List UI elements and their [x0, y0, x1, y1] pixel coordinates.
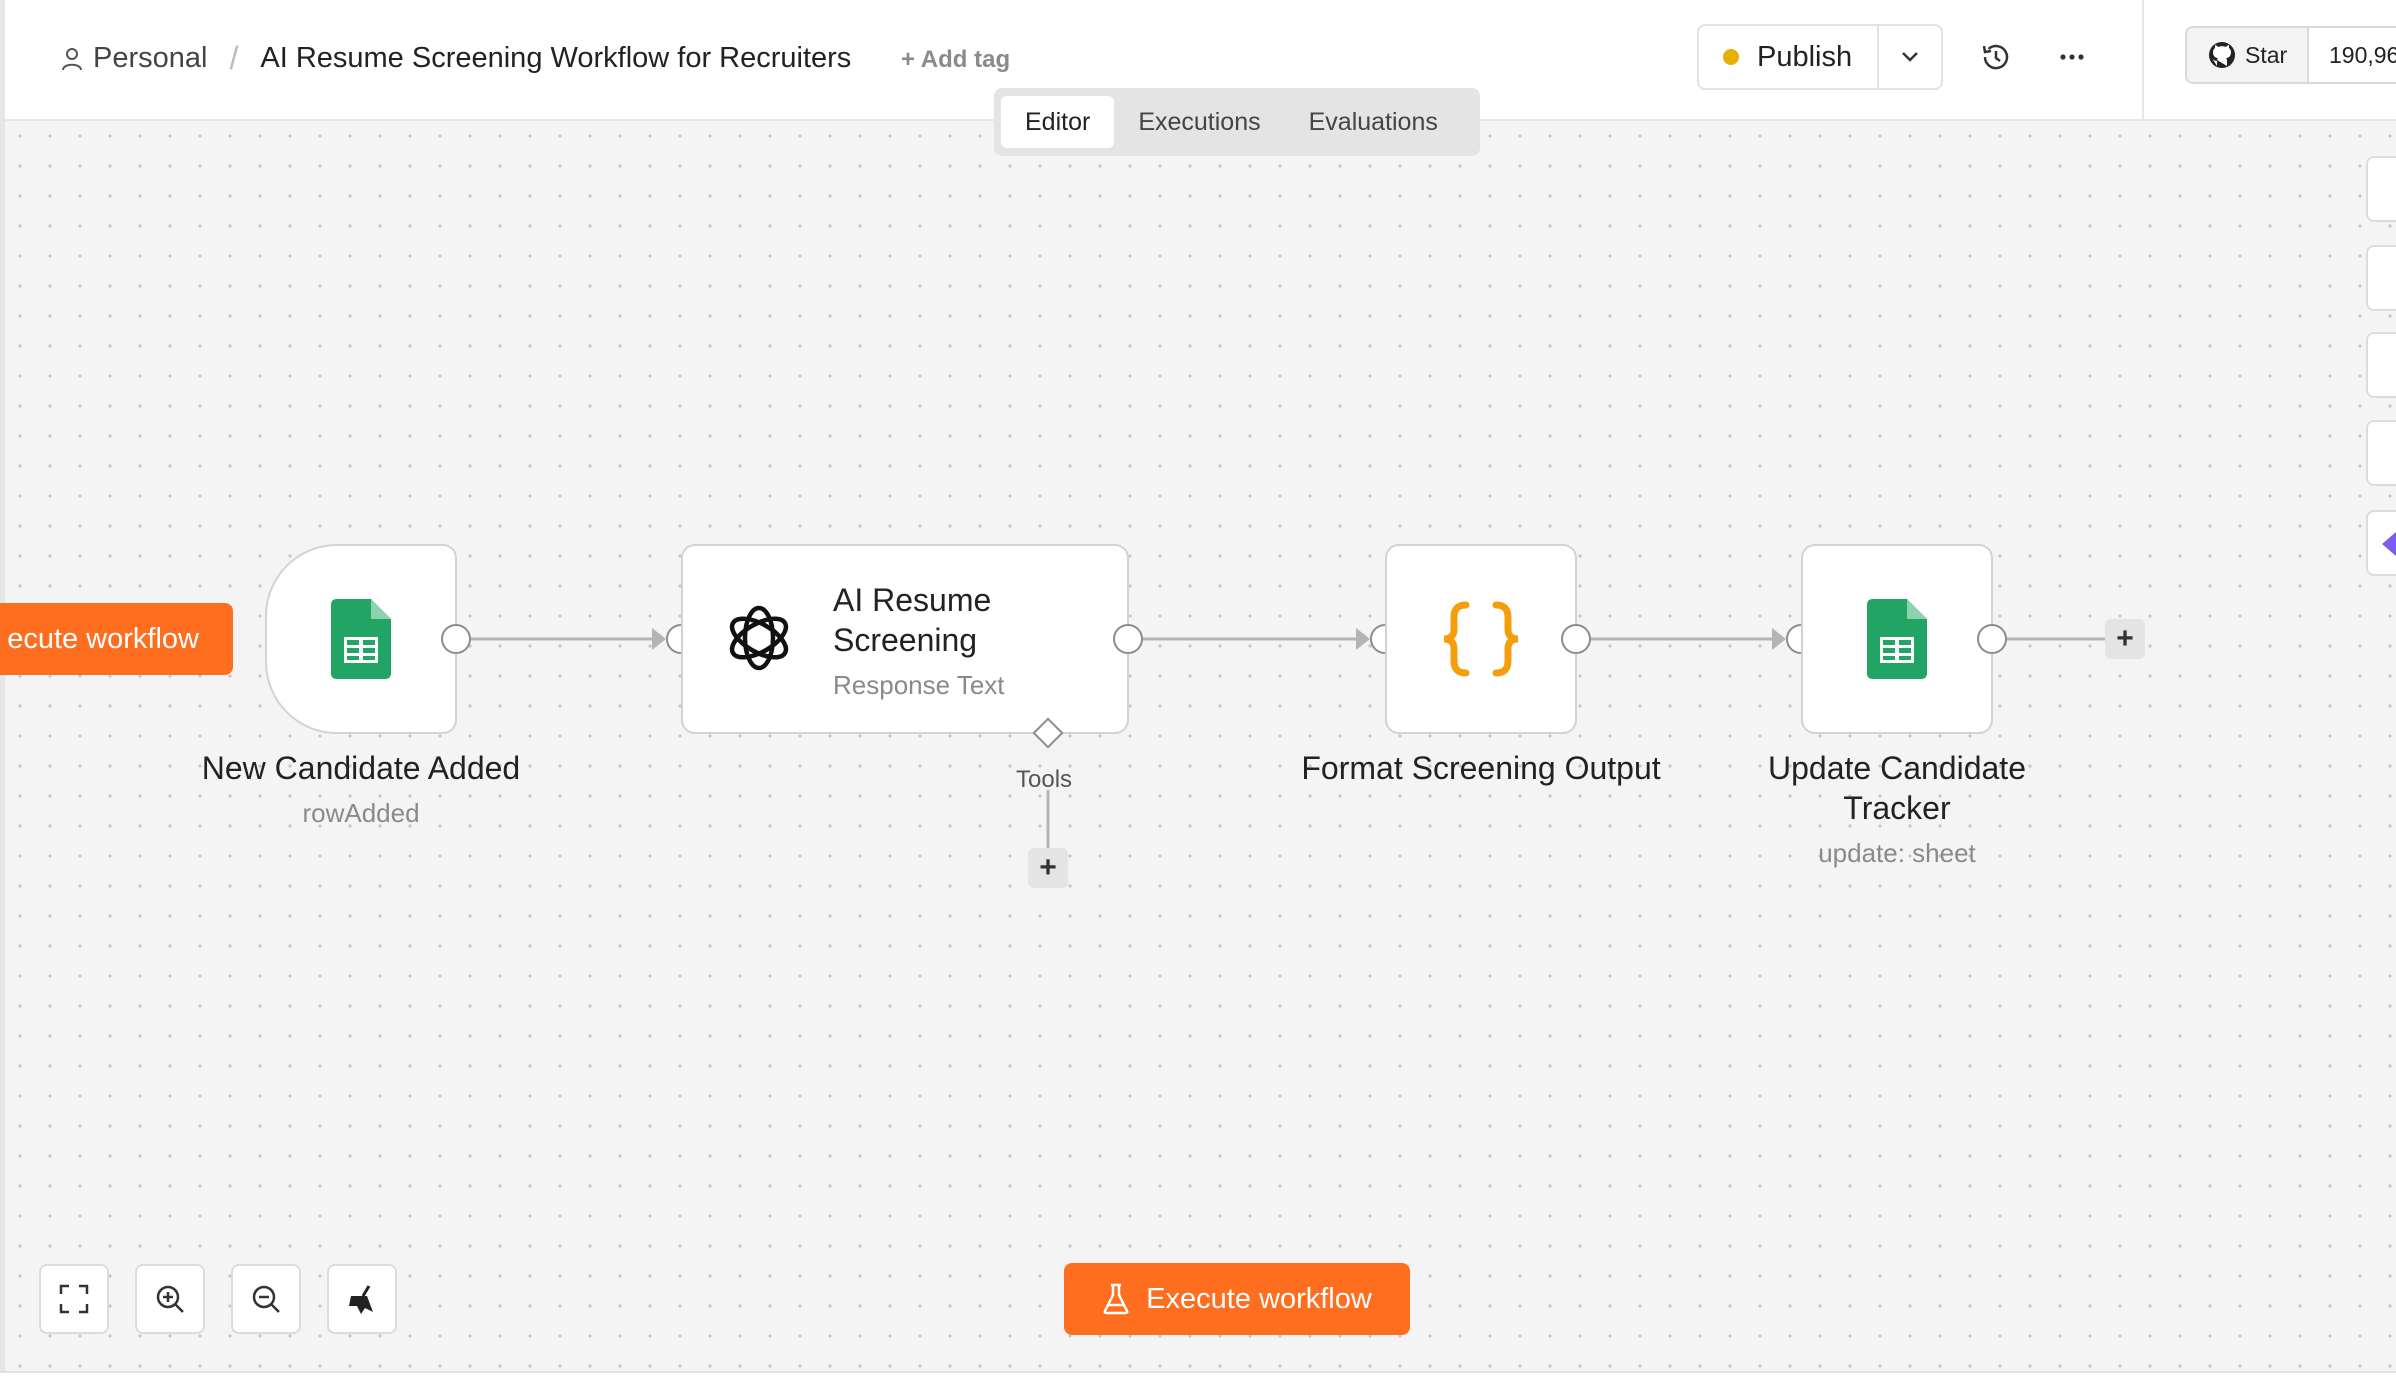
google-sheets-icon: [331, 599, 391, 679]
zoom-in-button[interactable]: [135, 1264, 205, 1334]
more-options-icon[interactable]: [2055, 40, 2089, 74]
fit-view-button[interactable]: [39, 1264, 109, 1334]
side-button-panel-1[interactable]: [2366, 332, 2396, 398]
side-button-ai-assistant[interactable]: [2366, 510, 2396, 576]
fullscreen-icon: [59, 1284, 89, 1314]
zoom-out-button[interactable]: [231, 1264, 301, 1334]
output-handle-update[interactable]: [1977, 624, 2007, 654]
node-ai-resume-screening[interactable]: AI Resume Screening Response Text: [681, 544, 1129, 734]
github-star-count: 190,96: [2329, 41, 2396, 68]
publish-dropdown-button[interactable]: [1877, 26, 1941, 88]
publish-group: Publish: [1697, 24, 1943, 90]
github-icon: [2209, 42, 2235, 68]
publish-button[interactable]: Publish: [1699, 26, 1877, 88]
add-node-button[interactable]: +: [2105, 619, 2145, 659]
flask-icon: [1103, 1283, 1129, 1315]
node-subtitle-update: update: sheet: [1818, 838, 1976, 868]
add-tag-button[interactable]: + Add tag: [901, 46, 1010, 74]
bottom-panel-edge: [0, 1371, 2396, 1393]
tools-label: Tools: [1016, 766, 1073, 793]
node-subtitle-trigger: rowAdded: [302, 798, 420, 828]
add-tool-button[interactable]: +: [1028, 848, 1068, 888]
workflow-title[interactable]: AI Resume Screening Workflow for Recruit…: [260, 42, 851, 75]
github-star-button[interactable]: Star: [2187, 28, 2309, 82]
openai-icon: [729, 605, 789, 671]
output-handle-ai[interactable]: [1113, 624, 1143, 654]
execute-workflow-side-button[interactable]: ecute workflow: [0, 603, 233, 675]
breadcrumb-project[interactable]: Personal: [93, 42, 207, 75]
side-button-search[interactable]: [2366, 245, 2396, 311]
execute-workflow-label: Execute workflow: [1146, 1282, 1372, 1315]
node-new-candidate-added[interactable]: [265, 544, 457, 734]
github-star-label: Star: [2245, 41, 2288, 68]
node-title-ai: AI Resume Screening: [833, 582, 992, 658]
view-tabs: Editor Executions Evaluations: [994, 88, 1480, 156]
google-sheets-icon: [1867, 599, 1927, 679]
node-label-trigger: New Candidate Added: [201, 750, 521, 786]
breadcrumb-separator: /: [229, 40, 239, 76]
side-button-add-node[interactable]: [2366, 156, 2396, 222]
status-dot-icon: [1723, 49, 1739, 65]
code-braces-icon: [1443, 601, 1519, 677]
broom-icon: [349, 1285, 373, 1314]
node-label-update: Update Candidate Tracker: [1768, 750, 2026, 826]
side-button-panel-2[interactable]: [2366, 420, 2396, 486]
person-icon: [62, 47, 82, 70]
node-subtitle-ai: Response Text: [833, 670, 1005, 700]
node-label-code: Format Screening Output: [1301, 750, 1661, 786]
zoom-in-icon: [156, 1285, 184, 1313]
github-star-widget[interactable]: Star 190,96: [2185, 26, 2396, 84]
node-update-candidate-tracker[interactable]: [1801, 544, 1993, 734]
tab-editor[interactable]: Editor: [1001, 96, 1115, 148]
sparkle-icon: [2382, 532, 2396, 556]
zoom-out-icon: [252, 1285, 280, 1313]
tab-executions[interactable]: Executions: [1114, 96, 1284, 148]
node-format-screening-output[interactable]: [1385, 544, 1577, 734]
tidy-up-button[interactable]: [327, 1264, 397, 1334]
header-divider: [2142, 0, 2144, 121]
publish-label: Publish: [1757, 40, 1853, 73]
tab-evaluations[interactable]: Evaluations: [1285, 96, 1462, 148]
output-handle-trigger[interactable]: [441, 624, 471, 654]
output-handle-code[interactable]: [1561, 624, 1591, 654]
workflow-canvas[interactable]: [0, 121, 2396, 1371]
breadcrumb: Personal / AI Resume Screening Workflow …: [61, 40, 851, 77]
chevron-down-icon: [1902, 52, 1918, 62]
history-icon[interactable]: [1979, 40, 2013, 74]
execute-workflow-button[interactable]: Execute workflow: [1064, 1263, 1410, 1335]
